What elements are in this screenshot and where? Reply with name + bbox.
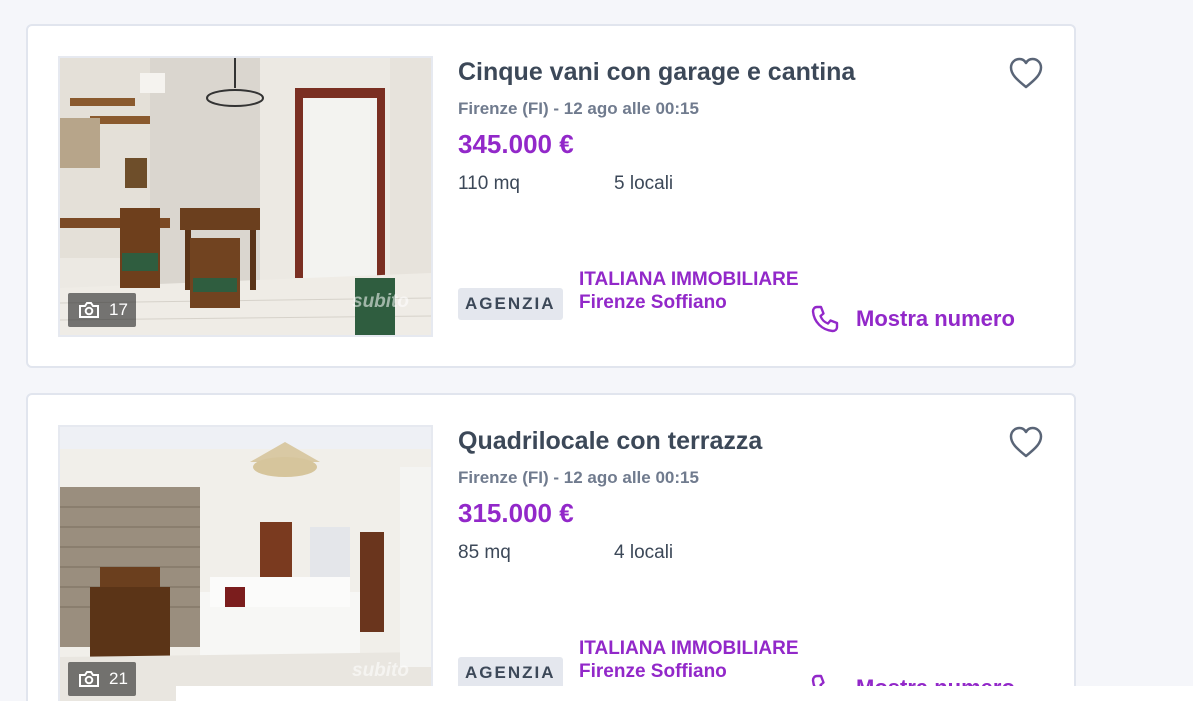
listing-photo[interactable]: subito 21 [58,425,433,701]
camera-icon [79,671,99,687]
listing-location: Firenze (FI) [458,99,549,118]
agency-badge: AGENZIA [458,288,563,320]
watermark-text: subito [352,291,409,312]
phone-icon [811,305,839,333]
agency-name-link[interactable]: ITALIANA IMMOBILIARE Firenze Soffiano [579,268,809,314]
camera-icon [79,302,99,318]
listing-photo[interactable]: subito 17 [58,56,433,337]
listing-rooms: 4 locali [614,542,674,563]
listing-date: 12 ago alle 00:15 [563,468,699,487]
meta-separator: - [548,468,564,487]
heart-icon[interactable] [1008,425,1044,461]
listing-meta: Firenze (FI) - 12 ago alle 00:15 [458,468,699,488]
meta-separator: - [548,99,564,118]
photo-count: 21 [109,669,128,688]
listing-date: 12 ago alle 00:15 [563,99,699,118]
photo-count: 17 [109,300,128,319]
show-phone-label: Mostra numero [856,306,1015,331]
listing-price: 345.000 € [458,129,574,159]
heart-icon[interactable] [1008,56,1044,92]
show-phone-button[interactable]: Mostra numero [810,304,1015,334]
listing-title[interactable]: Cinque vani con garage e cantina [458,58,855,87]
watermark-text: subito [352,660,409,681]
listing-size: 85 mq [458,542,511,563]
listing-meta: Firenze (FI) - 12 ago alle 00:15 [458,99,699,119]
agency-name-link[interactable]: ITALIANA IMMOBILIARE Firenze Soffiano [579,637,809,683]
photo-count-badge: 21 [68,662,136,696]
listing-rooms: 5 locali [614,173,674,194]
agency-badge: AGENZIA [458,657,563,689]
listing-location: Firenze (FI) [458,468,549,487]
photo-count-badge: 17 [68,293,136,327]
listing-size: 110 mq [458,173,520,194]
listing-card[interactable]: subito 21 Quadrilocale con terrazza Fire… [26,393,1076,701]
listing-title[interactable]: Quadrilocale con terrazza [458,427,762,456]
listing-price: 315.000 € [458,498,574,528]
bottom-overlay-panel [176,686,1193,701]
listing-card[interactable]: subito 17 Cinque vani con garage e canti… [26,24,1076,368]
